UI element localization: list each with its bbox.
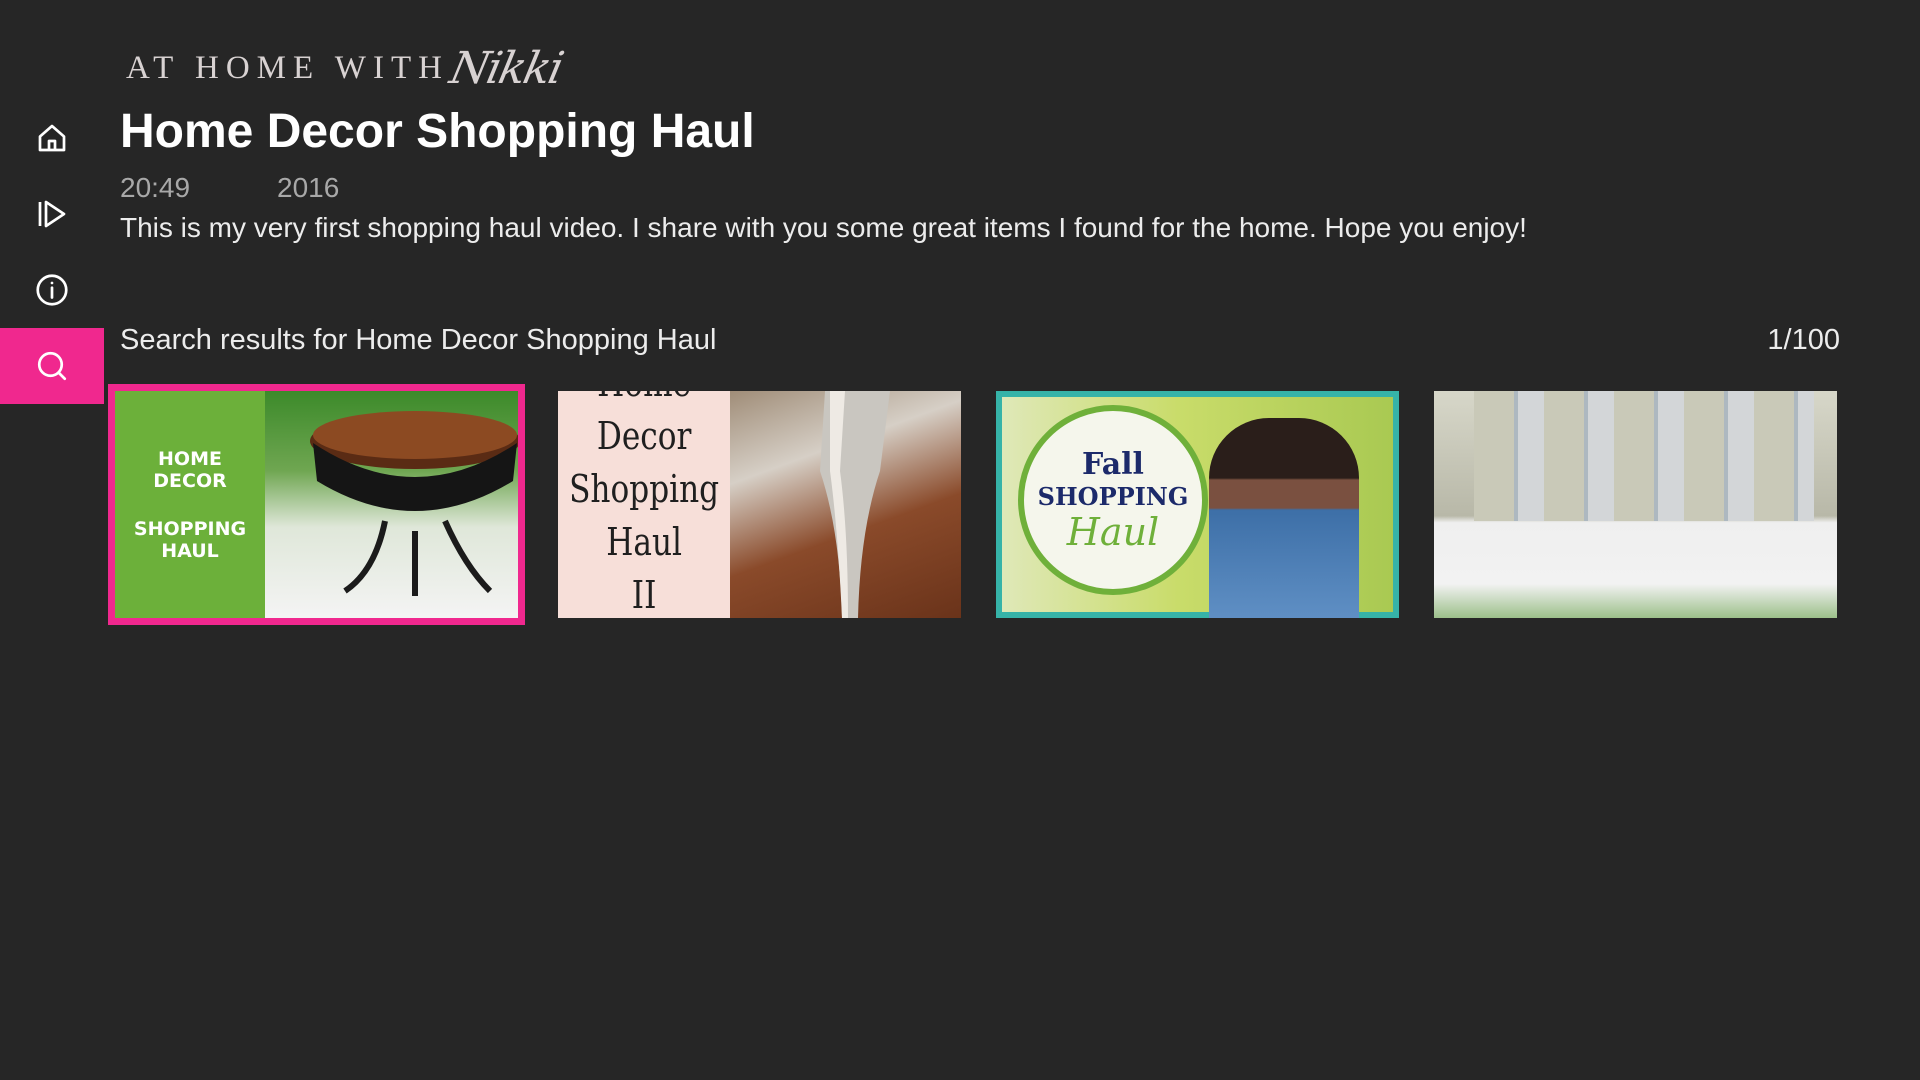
thumbnail-text-line: II: [631, 573, 657, 617]
binders-illustration: [1474, 391, 1814, 521]
brand-logo-text: AT HOME WITH: [126, 49, 449, 86]
thumbnail-text-line: DECOR: [153, 469, 227, 492]
thumbnail-title-overlay: Fall SHOPPING Haul: [1018, 405, 1208, 595]
screen: AT HOME WITH Nikki Home Decor Shopping H…: [0, 0, 1920, 1080]
thumbnail-text-line: HAUL: [161, 539, 219, 562]
video-year: 2016: [277, 172, 340, 203]
thumbnail-text-line: SHOPPING: [133, 517, 247, 540]
thumbnail-text-line: Decor: [596, 414, 692, 458]
video-meta: 20:49 2016: [120, 172, 339, 204]
sidebar-nav: [0, 100, 104, 404]
thumbnail-image: [730, 391, 961, 618]
video-description: This is my very first shopping haul vide…: [120, 212, 1527, 243]
thumbnail-text-line: Fall: [1082, 447, 1144, 482]
thumbnail-image: [1434, 391, 1837, 618]
vase-illustration: [820, 391, 890, 618]
search-results-row: HOME DECOR SHOPPING HAUL Home Decor Shop…: [108, 381, 1840, 631]
result-card-1[interactable]: HOME DECOR SHOPPING HAUL: [108, 384, 525, 625]
thumbnail-text-line: HOME: [158, 447, 222, 470]
thumbnail-text-line: Home: [597, 391, 691, 410]
sidebar-item-info[interactable]: [0, 252, 104, 328]
brand-logo-script: Nikki: [445, 42, 567, 94]
thumbnail-text-line: Haul: [1066, 510, 1160, 554]
result-card-2[interactable]: Home Decor Shopping Haul II: [558, 391, 961, 618]
thumbnail-image: [265, 391, 518, 618]
thumbnail-image: Fall SHOPPING Haul: [996, 391, 1399, 618]
video-duration: 20:49: [120, 172, 191, 203]
video-title: Home Decor Shopping Haul: [120, 105, 755, 158]
person-illustration: [1209, 418, 1359, 618]
search-icon: [37, 351, 67, 381]
thumbnail-text-line: SHOPPING: [1037, 482, 1189, 511]
result-card-3[interactable]: Fall SHOPPING Haul: [996, 391, 1399, 618]
home-icon: [38, 124, 66, 152]
search-results-label: Search results for Home Decor Shopping H…: [120, 324, 717, 356]
cake-stand-illustration: [310, 411, 518, 596]
brand-logo: AT HOME WITH Nikki: [126, 38, 566, 98]
thumbnail-text-line: Shopping: [569, 467, 720, 511]
sidebar-item-home[interactable]: [0, 100, 104, 176]
search-results-count: 1/100: [1767, 324, 1840, 356]
thumbnail-title-overlay: Home Decor Shopping Haul II: [558, 391, 731, 618]
sidebar-item-play[interactable]: [0, 176, 104, 252]
sidebar-item-search[interactable]: [0, 328, 104, 404]
play-icon: [38, 200, 66, 228]
thumbnail-text-line: Haul: [606, 520, 682, 564]
thumbnail-title-overlay: HOME DECOR SHOPPING HAUL: [115, 391, 265, 618]
info-icon: [36, 274, 68, 306]
result-card-4[interactable]: [1434, 391, 1837, 618]
